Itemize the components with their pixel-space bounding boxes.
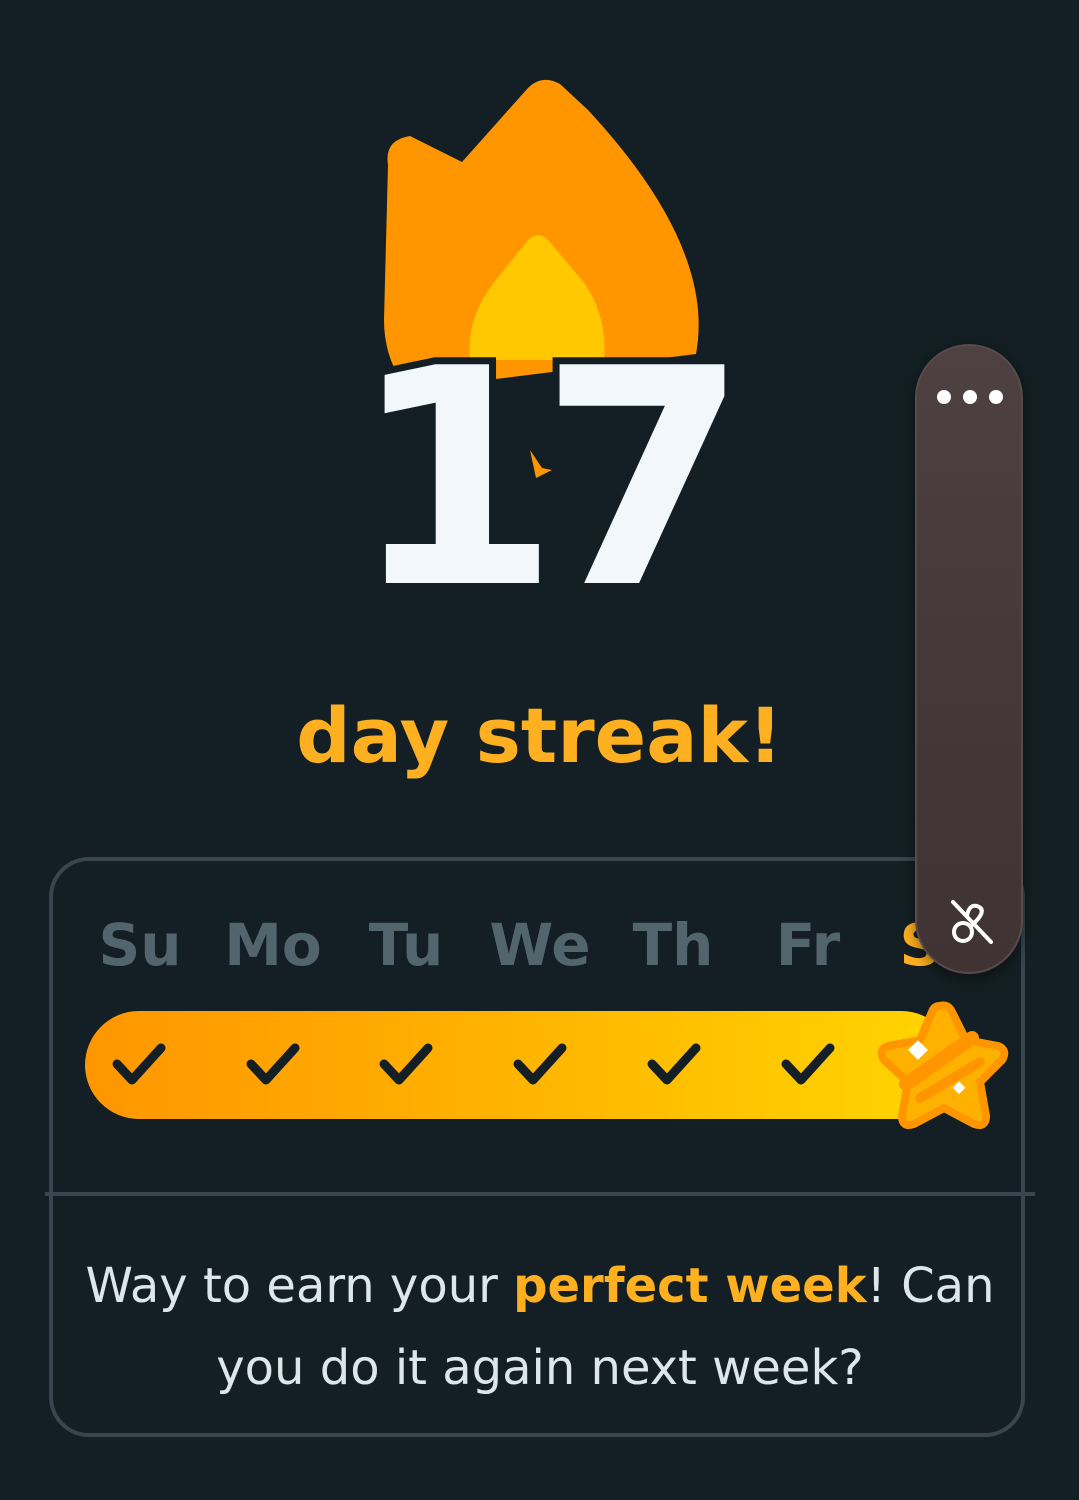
- floating-side-panel[interactable]: [915, 344, 1023, 974]
- message-text-before: Way to earn your: [85, 1258, 514, 1314]
- day-label-sunday: Su: [98, 911, 182, 979]
- check-icon: [781, 1043, 835, 1085]
- check-icon: [246, 1043, 300, 1085]
- day-label-monday: Mo: [224, 911, 322, 979]
- perfect-week-star-icon: [877, 1001, 1009, 1129]
- unlink-icon[interactable]: [945, 896, 997, 948]
- check-icon: [112, 1043, 166, 1085]
- message-highlight: perfect week: [513, 1258, 867, 1314]
- day-label-tuesday: Tu: [368, 911, 444, 979]
- day-label-friday: Fr: [775, 911, 841, 979]
- more-options-icon[interactable]: [937, 382, 1003, 412]
- card-divider: [45, 1192, 1035, 1196]
- check-icon: [647, 1043, 701, 1085]
- check-icon: [513, 1043, 567, 1085]
- day-label-wednesday: We: [489, 911, 591, 979]
- day-label-thursday: Th: [632, 911, 714, 979]
- perfect-week-message: Way to earn your perfect week! Can you d…: [80, 1245, 1000, 1409]
- check-icon: [379, 1043, 433, 1085]
